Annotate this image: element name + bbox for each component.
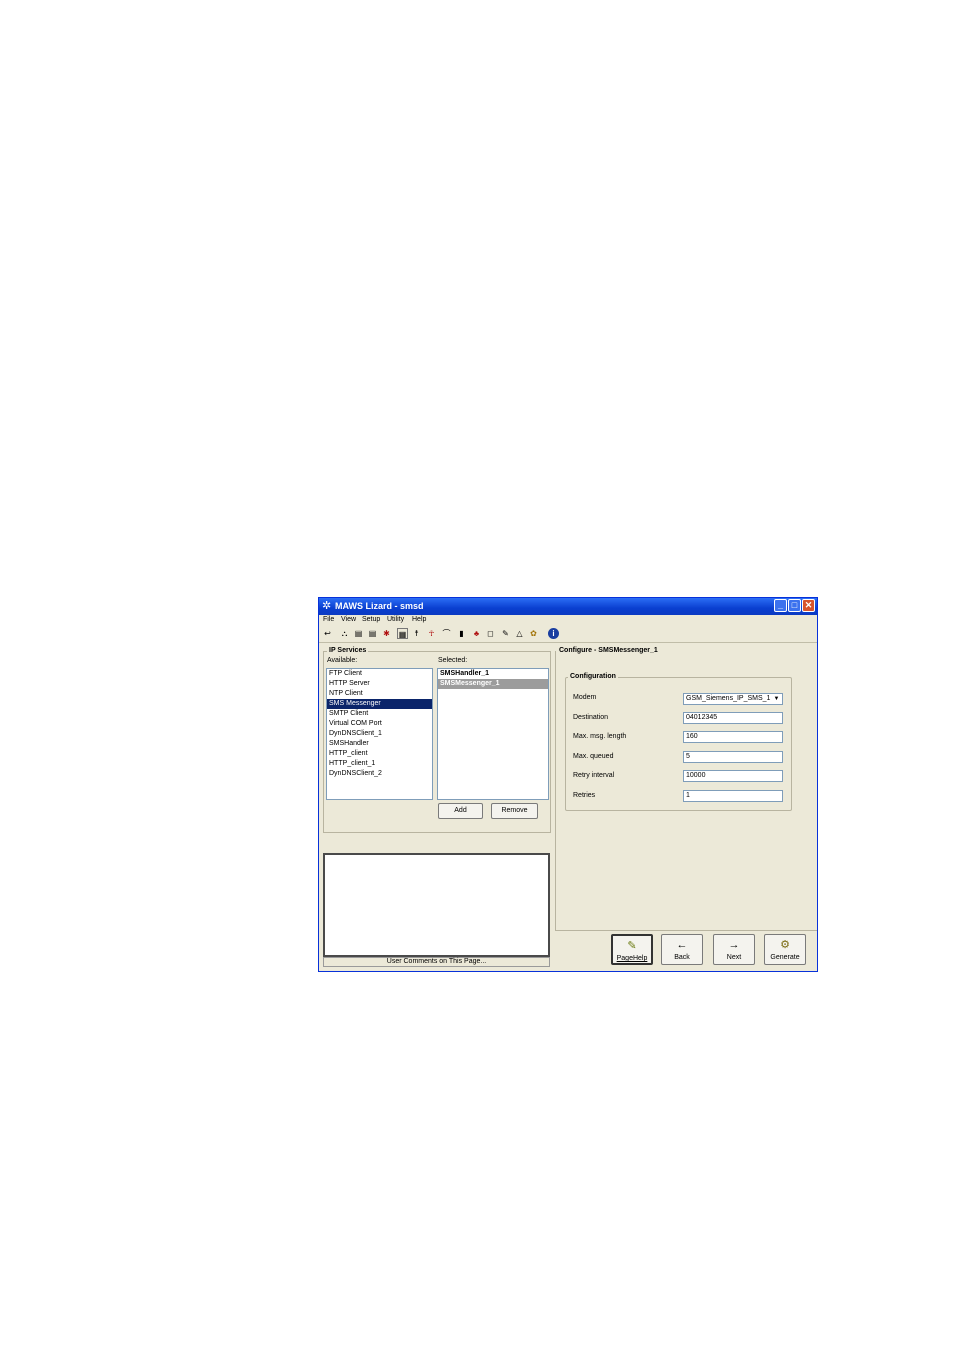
app-lizard-icon: ✲ <box>322 600 332 612</box>
box-icon[interactable]: ◻ <box>485 628 496 639</box>
person-icon[interactable]: ☨ <box>411 628 422 639</box>
title-bar[interactable]: ✲ MAWS Lizard - smsd _ □ ✕ <box>319 598 817 615</box>
chevron-down-icon[interactable]: ▼ <box>772 695 781 703</box>
list-item[interactable]: SMS Messenger <box>327 699 432 709</box>
dev2-icon[interactable]: ▤ <box>367 628 378 639</box>
max-msg-length-field[interactable]: 160 <box>683 731 783 743</box>
minimize-button[interactable]: _ <box>774 599 787 612</box>
gear-icon[interactable]: ✿ <box>528 628 539 639</box>
network-icon[interactable]: ⛬ <box>339 628 350 639</box>
pagehelp-icon: ✎ <box>627 940 637 952</box>
person2-icon[interactable]: ☥ <box>426 628 437 639</box>
pagehelp-label: PageHelp <box>616 955 648 962</box>
list-item[interactable]: Virtual COM Port <box>327 719 432 729</box>
menu-bar: File View Setup Utility Help <box>319 615 817 625</box>
available-label: Available: <box>327 657 358 664</box>
list-item[interactable]: HTTP_client_1 <box>327 759 432 769</box>
pen-icon[interactable]: ✎ <box>500 628 511 639</box>
arrow-right-icon: → <box>728 939 740 951</box>
modem-dropdown[interactable]: GSM_Siemens_IP_SMS_1 ▼ <box>683 693 783 705</box>
available-list[interactable]: FTP Client HTTP Server NTP Client SMS Messe… <box>326 668 433 800</box>
configure-title: Configure - SMSMessenger_1 <box>557 647 660 654</box>
max-queued-field[interactable]: 5 <box>683 751 783 763</box>
remove-button[interactable]: Remove <box>491 803 538 819</box>
bell-icon[interactable]: △ <box>514 628 525 639</box>
menu-file[interactable]: File <box>323 616 334 623</box>
star-icon[interactable]: ✱ <box>381 628 392 639</box>
list-item[interactable]: SMTP Client <box>327 709 432 719</box>
destination-field[interactable]: 04012345 <box>683 712 783 724</box>
list-item[interactable]: SMSHandler_1 <box>438 669 548 679</box>
list-item[interactable]: FTP Client <box>327 669 432 679</box>
dev-icon[interactable]: ▤ <box>353 628 364 639</box>
next-label: Next <box>726 954 742 961</box>
arrow-left-icon: ← <box>676 939 688 951</box>
retry-interval-label: Retry interval <box>573 772 615 779</box>
list-item[interactable]: SMSHandler <box>327 739 432 749</box>
menu-utility[interactable]: Utility <box>387 616 404 623</box>
info-icon[interactable]: i <box>548 628 559 639</box>
bars-icon[interactable]: ▮ <box>456 628 467 639</box>
list-item[interactable]: HTTP Server <box>327 679 432 689</box>
next-button[interactable]: → Next <box>713 934 755 965</box>
chart-icon[interactable]: ⌒ <box>441 628 452 639</box>
menu-setup[interactable]: Setup <box>362 616 380 623</box>
figure-icon[interactable]: ♣ <box>471 628 482 639</box>
add-button[interactable]: Add <box>438 803 483 819</box>
configuration-title: Configuration <box>568 673 618 680</box>
back-label: Back <box>674 954 690 961</box>
generate-label: Generate <box>770 954 800 961</box>
modem-label: Modem <box>573 694 597 701</box>
retries-label: Retries <box>573 792 596 799</box>
list-item[interactable]: DynDNSClient_1 <box>327 729 432 739</box>
menu-help[interactable]: Help <box>412 616 426 623</box>
list-item[interactable]: HTTP_client <box>327 749 432 759</box>
back-arrow-icon[interactable]: ↩ <box>322 628 333 639</box>
gears-icon: ⚙ <box>780 939 790 951</box>
window-title: MAWS Lizard - smsd <box>335 601 424 611</box>
user-comments-footer[interactable]: User Comments on This Page... <box>323 957 550 967</box>
max-msg-length-label: Max. msg. length <box>573 733 627 740</box>
pagehelp-button[interactable]: ✎ PageHelp <box>611 934 653 965</box>
list-item[interactable]: DynDNSClient_2 <box>327 769 432 779</box>
modem-value: GSM_Siemens_IP_SMS_1 <box>686 695 771 702</box>
list-item[interactable]: NTP Client <box>327 689 432 699</box>
destination-label: Destination <box>573 714 609 721</box>
back-button[interactable]: ← Back <box>661 934 703 965</box>
generate-button[interactable]: ⚙ Generate <box>764 934 806 965</box>
grid-icon[interactable]: ▦ <box>397 628 408 639</box>
retry-interval-field[interactable]: 10000 <box>683 770 783 782</box>
selected-label: Selected: <box>438 657 468 664</box>
toolbar: ↩ ⛬ ▤ ▤ ✱ ▦ ☨ ☥ ⌒ ▮ ♣ ◻ ✎ △ ✿ i <box>319 626 817 643</box>
menu-view[interactable]: View <box>341 616 356 623</box>
selected-list[interactable]: SMSHandler_1 SMSMessenger_1 <box>437 668 549 800</box>
list-item[interactable]: SMSMessenger_1 <box>438 679 548 689</box>
max-queued-label: Max. queued <box>573 753 614 760</box>
maximize-button[interactable]: □ <box>788 599 801 612</box>
ip-services-title: IP Services <box>327 647 369 654</box>
close-button[interactable]: ✕ <box>802 599 815 612</box>
user-comments-textarea[interactable] <box>323 853 550 957</box>
maws-lizard-window: ✲ MAWS Lizard - smsd _ □ ✕ File View Set… <box>318 597 818 972</box>
retries-field[interactable]: 1 <box>683 790 783 802</box>
